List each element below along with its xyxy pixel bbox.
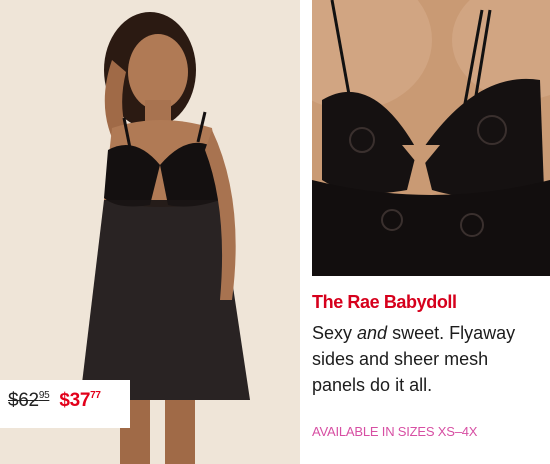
original-price: $6295 bbox=[8, 390, 50, 411]
product-photo-detail[interactable] bbox=[312, 0, 550, 276]
lace-detail-illustration bbox=[312, 0, 550, 276]
available-sizes: AVAILABLE IN SIZES XS–4X bbox=[312, 424, 478, 439]
product-title[interactable]: The Rae Babydoll bbox=[312, 292, 548, 313]
product-description: Sexy and sweet. Flyaway sides and sheer … bbox=[312, 323, 516, 395]
product-card: $6295 $3777 The Rae Babydoll Sexy and sw… bbox=[0, 0, 550, 464]
price-tag: $6295 $3777 bbox=[0, 380, 130, 428]
sale-price: $3777 bbox=[59, 390, 101, 411]
